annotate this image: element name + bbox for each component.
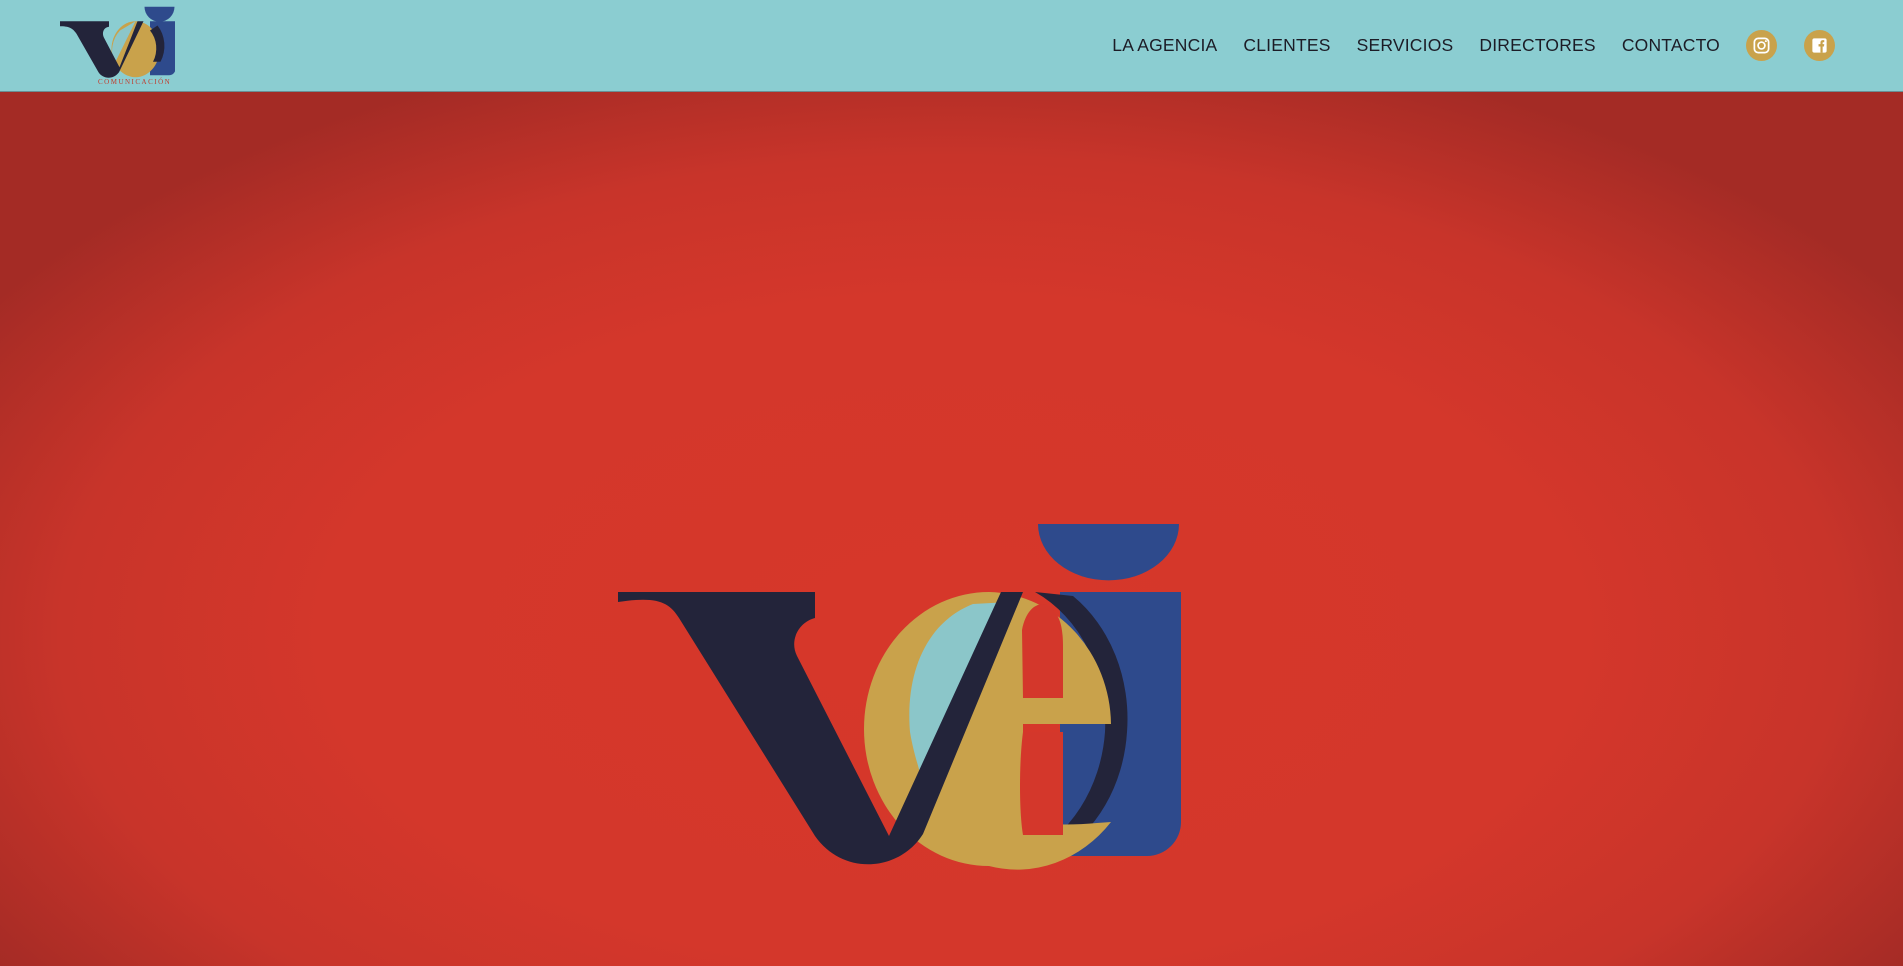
vei-logo-large (618, 524, 1181, 870)
nav-clientes[interactable]: CLIENTES (1243, 35, 1330, 56)
nav-servicios[interactable]: SERVICIOS (1357, 35, 1454, 56)
nav-la-agencia[interactable]: LA AGENCIA (1112, 35, 1217, 56)
site-header: COMUNICACIÓN LA AGENCIA CLIENTES SERVICI… (0, 0, 1903, 92)
site-logo[interactable]: COMUNICACIÓN (60, 5, 175, 90)
instagram-icon (1753, 37, 1770, 54)
nav-contacto[interactable]: CONTACTO (1622, 35, 1720, 56)
nav-directores[interactable]: DIRECTORES (1479, 35, 1595, 56)
vei-logo-mark (60, 6, 175, 78)
hero-section (0, 92, 1903, 966)
hero-logo (615, 432, 1185, 870)
facebook-link[interactable] (1804, 30, 1835, 61)
instagram-link[interactable] (1746, 30, 1777, 61)
main-nav: LA AGENCIA CLIENTES SERVICIOS DIRECTORES… (1112, 30, 1835, 61)
facebook-icon (1812, 38, 1827, 53)
logo-tagline: COMUNICACIÓN (98, 78, 172, 86)
